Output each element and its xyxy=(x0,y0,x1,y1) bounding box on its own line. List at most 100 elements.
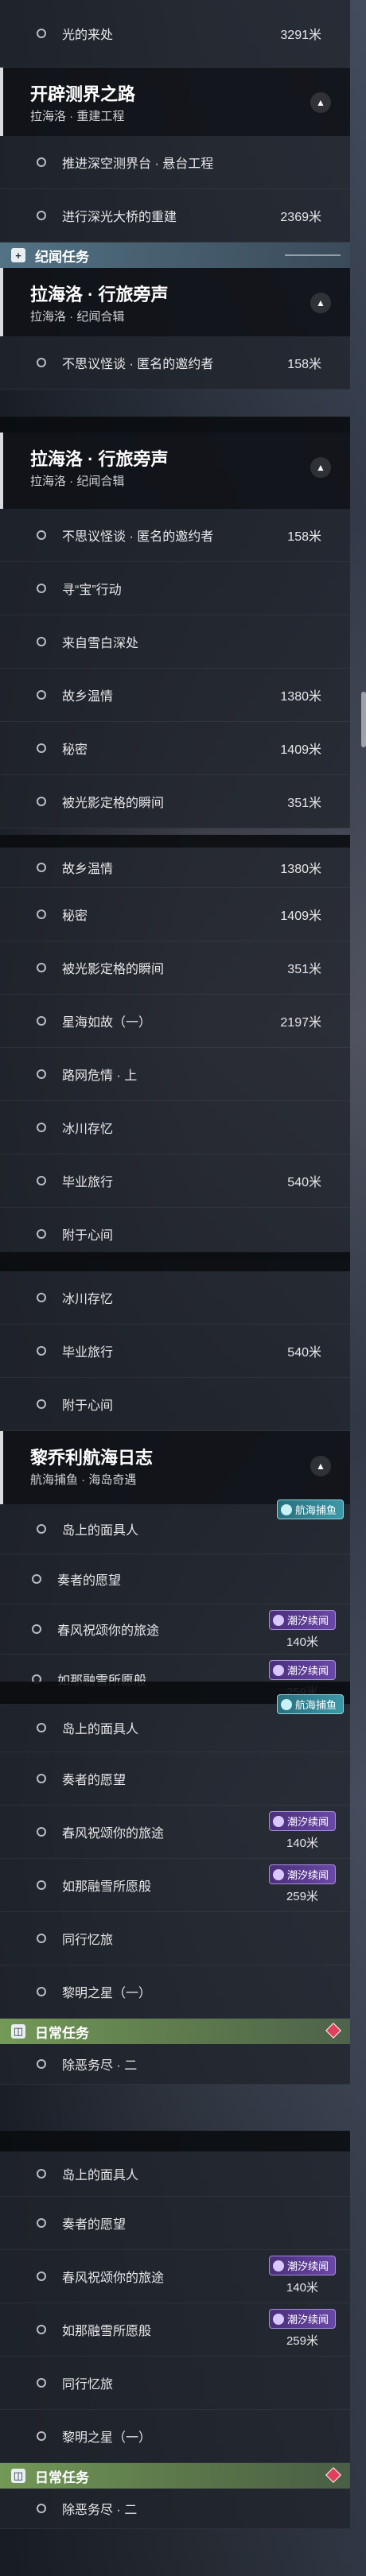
quest-item[interactable]: 黎明之星（一） xyxy=(0,2410,350,2463)
quest-item[interactable]: 进行深光大桥的重建 2369米 xyxy=(0,189,350,242)
circle-icon xyxy=(37,211,46,220)
quest-item[interactable]: 不思议怪谈 · 匿名的邀约者 158米 xyxy=(0,509,350,562)
tag-chaoxi: 潮汐续闻 xyxy=(268,1660,336,1680)
circle-icon xyxy=(37,1723,46,1732)
circle-icon xyxy=(37,2169,46,2178)
circle-icon xyxy=(37,584,46,593)
circle-icon xyxy=(37,29,46,38)
quest-group-header[interactable]: 拉海洛 · 行旅旁声 拉海洛 · 纪闻合辑 ▲ xyxy=(0,433,350,509)
quest-item[interactable]: 岛上的面具人 xyxy=(0,2151,350,2197)
quest-item[interactable]: 同行忆旅 xyxy=(0,1912,350,1965)
quest-item[interactable]: 如那融雪所愿般 潮汐续闻 259米 xyxy=(0,1859,350,1912)
circle-icon xyxy=(37,1176,46,1185)
quest-item[interactable]: 秘密 1409米 xyxy=(0,722,350,775)
quest-item[interactable]: 推进深空测界台 · 悬台工程 xyxy=(0,136,350,189)
quest-item[interactable]: 毕业旅行 540米 xyxy=(0,1154,350,1208)
quest-item[interactable]: 冰川存忆 xyxy=(0,1101,350,1154)
circle-icon xyxy=(37,157,46,167)
circle-icon xyxy=(37,2218,46,2228)
quest-item[interactable]: 奏者的愿望 xyxy=(0,1752,350,1806)
quest-item[interactable]: 如那融雪所愿般 潮汐续闻 259米 xyxy=(0,2303,350,2357)
quest-item[interactable]: 被光影定格的瞬间 351米 xyxy=(0,941,350,995)
quest-item[interactable]: 被光影定格的瞬间 351米 xyxy=(0,775,350,828)
tag-block: 潮汐续闻 140米 xyxy=(268,2256,336,2295)
scrollbar[interactable] xyxy=(361,692,366,747)
circle-icon xyxy=(37,2378,46,2388)
tag-block: 潮汐续闻 259米 xyxy=(268,1864,336,1904)
circle-icon xyxy=(37,530,46,540)
chevron-up-icon[interactable]: ▲ xyxy=(310,1456,331,1476)
quest-item[interactable]: 故乡温情 1380米 xyxy=(0,669,350,722)
circle-icon xyxy=(37,1346,46,1356)
wave-icon xyxy=(272,1614,284,1626)
quest-item[interactable]: 毕业旅行 540米 xyxy=(0,1325,350,1378)
book-icon: ◫ xyxy=(11,2024,25,2039)
quest-item[interactable]: 来自雪白深处 xyxy=(0,615,350,669)
quest-item[interactable]: 寻“宝”行动 xyxy=(0,562,350,615)
chevron-up-icon[interactable]: ▲ xyxy=(310,293,331,313)
quest-item[interactable]: 同行忆旅 xyxy=(0,2357,350,2410)
scroll-transition xyxy=(0,835,350,848)
quest-item[interactable]: 黎明之星（一） xyxy=(0,1965,350,2019)
wave-icon xyxy=(272,1868,284,1880)
circle-icon xyxy=(37,1880,46,1890)
quest-item[interactable]: 附于心间 xyxy=(0,1378,350,1431)
chevron-up-icon[interactable]: ▲ xyxy=(310,92,331,113)
divider xyxy=(285,254,341,256)
quest-item[interactable]: 星海如故（一） 2197米 xyxy=(0,995,350,1048)
marker-icon xyxy=(325,2467,341,2483)
quest-item[interactable]: 秘密 1409米 xyxy=(0,888,350,941)
quest-item[interactable]: 春风祝颂你的旅途 潮汐续闻 140米 xyxy=(0,2250,350,2303)
circle-icon xyxy=(37,1827,46,1837)
quest-item[interactable]: 光的来处 3291米 xyxy=(0,0,350,68)
circle-icon xyxy=(37,910,46,919)
quest-item[interactable]: 奏者的愿望 xyxy=(0,2197,350,2250)
quest-group-header[interactable]: 拉海洛 · 行旅旁声 拉海洛 · 纪闻合辑 ▲ xyxy=(0,268,350,336)
quest-item[interactable]: 航海捕鱼 岛上的面具人 xyxy=(0,1694,350,1752)
tag-chaoxi: 潮汐续闻 xyxy=(268,1610,336,1630)
tag-block: 潮汐续闻 259米 xyxy=(268,2309,336,2349)
quest-item[interactable]: 奏者的愿望 xyxy=(0,1554,350,1604)
circle-icon xyxy=(37,1934,46,1943)
circle-icon xyxy=(32,1624,41,1634)
circle-icon xyxy=(37,2504,46,2513)
wave-icon xyxy=(272,1815,284,1827)
category-bar-richang[interactable]: ◫ 日常任务 xyxy=(0,2463,350,2489)
circle-icon xyxy=(37,1229,46,1239)
quest-item[interactable]: 航海捕鱼 岛上的面具人 xyxy=(0,1499,350,1554)
category-bar-jiwen[interactable]: + 纪闻任务 xyxy=(0,242,350,268)
book-icon: ◫ xyxy=(11,2469,25,2483)
quest-item[interactable]: 路网危情 · 上 xyxy=(0,1048,350,1101)
quest-item[interactable]: 不思议怪谈 · 匿名的邀约者 158米 xyxy=(0,336,350,390)
plus-icon: + xyxy=(11,248,25,262)
quest-group-header[interactable]: 开辟测界之路 拉海洛 · 重建工程 ▲ xyxy=(0,68,350,136)
circle-icon xyxy=(37,1774,46,1783)
marker-icon xyxy=(325,2023,341,2039)
tag-block: 潮汐续闻 140米 xyxy=(268,1610,336,1650)
fish-icon xyxy=(280,1503,292,1515)
quest-item[interactable]: 除恶务尽 · 二 xyxy=(0,2489,350,2529)
circle-icon xyxy=(37,2431,46,2441)
quest-group-header[interactable]: 黎乔利航海日志 航海捕鱼 · 海岛奇遇 ▲ xyxy=(0,1431,350,1504)
wave-icon xyxy=(272,2313,284,2325)
tag-hanghai: 航海捕鱼 xyxy=(276,1694,344,1714)
circle-icon xyxy=(32,1574,41,1584)
circle-icon xyxy=(37,1399,46,1409)
fish-icon xyxy=(280,1698,292,1710)
tag-hanghai: 航海捕鱼 xyxy=(276,1499,344,1519)
quest-item[interactable]: 冰川存忆 xyxy=(0,1271,350,1325)
quest-item[interactable]: 春风祝颂你的旅途 潮汐续闻 140米 xyxy=(0,1604,350,1655)
quest-item[interactable]: 春风祝颂你的旅途 潮汐续闻 140米 xyxy=(0,1806,350,1859)
scroll-transition xyxy=(0,1252,350,1271)
chevron-up-icon[interactable]: ▲ xyxy=(310,457,331,478)
circle-icon xyxy=(37,1524,46,1534)
quest-item[interactable]: 除恶务尽 · 二 xyxy=(0,2044,350,2085)
quest-item[interactable]: 故乡温情 1380米 xyxy=(0,848,350,888)
circle-icon xyxy=(37,2325,46,2334)
category-bar-richang[interactable]: ◫ 日常任务 xyxy=(0,2019,350,2044)
circle-icon xyxy=(37,358,46,367)
circle-icon xyxy=(37,1069,46,1079)
scroll-transition xyxy=(0,2131,350,2151)
tag-chaoxi: 潮汐续闻 xyxy=(268,1864,336,1884)
circle-icon xyxy=(37,1293,46,1302)
